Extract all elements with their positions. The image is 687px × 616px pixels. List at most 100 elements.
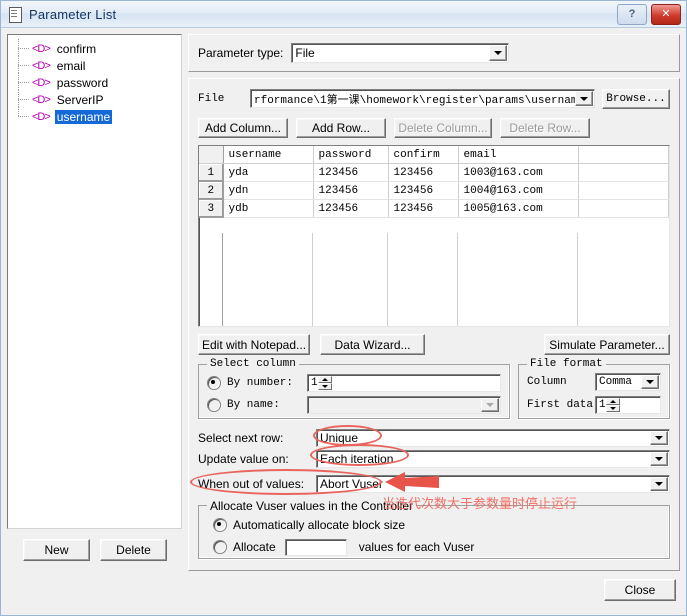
- new-button[interactable]: New: [23, 539, 90, 561]
- spinner-icon[interactable]: [605, 398, 620, 412]
- chevron-down-icon[interactable]: [650, 431, 668, 445]
- auto-allocate-label: Automatically allocate block size: [233, 518, 406, 532]
- table-action-buttons: Add Column... Add Row... Delete Column..…: [198, 118, 670, 138]
- add-row-button[interactable]: Add Row...: [296, 118, 386, 138]
- chevron-down-icon[interactable]: [650, 477, 668, 491]
- radio-dot-icon: [207, 398, 221, 412]
- by-name-select[interactable]: [307, 396, 501, 414]
- table-row[interactable]: 2 ydn 123456 123456 1004@163.com: [199, 181, 669, 200]
- simulate-parameter-button[interactable]: Simulate Parameter...: [544, 334, 670, 355]
- parameter-icon: <D>: [32, 76, 51, 89]
- chevron-down-icon[interactable]: [481, 398, 499, 412]
- cell-username[interactable]: ydb: [223, 199, 314, 218]
- column-header-email[interactable]: email: [458, 146, 579, 164]
- out-of-values-select[interactable]: Abort Vuser: [316, 475, 670, 493]
- allocate-group: Allocate Vuser values in the Controller …: [198, 499, 670, 559]
- chevron-down-icon[interactable]: [575, 91, 593, 106]
- parameter-type-select[interactable]: File: [291, 43, 510, 63]
- grid-empty-area: [199, 233, 669, 326]
- column-format-select[interactable]: Comma: [595, 373, 661, 391]
- column-format-value: Comma: [599, 376, 633, 388]
- chevron-down-icon[interactable]: [650, 452, 668, 466]
- radio-dot-icon: [213, 518, 227, 532]
- chevron-down-icon[interactable]: [641, 375, 659, 389]
- cell-empty: [578, 163, 669, 182]
- column-header-username[interactable]: username: [223, 146, 314, 164]
- tree-item-password[interactable]: <D> password: [16, 73, 179, 90]
- close-button[interactable]: Close: [604, 579, 676, 601]
- table-row[interactable]: 1 yda 123456 123456 1003@163.com: [199, 163, 669, 182]
- cell-password[interactable]: 123456: [313, 181, 389, 200]
- allocate-count-input[interactable]: [284, 538, 347, 556]
- close-icon[interactable]: ✕: [651, 4, 681, 25]
- by-number-radio[interactable]: By number:: [207, 376, 307, 390]
- delete-column-button[interactable]: Delete Column...: [394, 118, 492, 138]
- column-header-password[interactable]: password: [313, 146, 389, 164]
- annotation-note-cn: 当迭代次数大于参数量时停止运行: [382, 497, 578, 512]
- out-of-values-row: When out of values: Abort Vuser: [198, 475, 670, 493]
- radio-dot-icon: [213, 540, 227, 554]
- cell-password[interactable]: 123456: [313, 163, 389, 182]
- select-column-legend: Select column: [207, 358, 299, 370]
- table-row[interactable]: 3 ydb 123456 123456 1005@163.com: [199, 199, 669, 218]
- update-value-select[interactable]: Each iteration: [316, 450, 670, 468]
- allocate-suffix-label: values for each Vuser: [358, 540, 475, 554]
- file-path-select[interactable]: rformance\1第一课\homework\register\params\…: [250, 89, 595, 108]
- first-data-input[interactable]: 1: [595, 396, 661, 414]
- window-footer: Close: [1, 571, 686, 615]
- parameter-icon: <D>: [32, 59, 51, 72]
- parameter-type-label: Parameter type:: [198, 46, 284, 60]
- title-bar: Parameter List ? ✕: [1, 1, 686, 28]
- parameter-list-window: Parameter List ? ✕ <D> confirm <D> email: [0, 0, 687, 616]
- tree-item-email[interactable]: <D> email: [16, 56, 179, 73]
- cell-username[interactable]: yda: [223, 163, 314, 182]
- select-next-row-select[interactable]: Unique: [316, 429, 670, 447]
- radio-dot-icon: [207, 376, 221, 390]
- column-header-confirm[interactable]: confirm: [388, 146, 459, 164]
- manual-allocate-radio[interactable]: Allocate: [213, 540, 276, 554]
- row-number[interactable]: 3: [199, 199, 224, 218]
- cell-password[interactable]: 123456: [313, 199, 389, 218]
- cell-email[interactable]: 1004@163.com: [458, 181, 579, 200]
- by-number-input[interactable]: 1: [307, 374, 501, 392]
- help-icon[interactable]: ?: [617, 4, 647, 25]
- cell-email[interactable]: 1003@163.com: [458, 163, 579, 182]
- delete-row-button[interactable]: Delete Row...: [500, 118, 590, 138]
- tree-item-label: email: [56, 58, 86, 73]
- tree-item-serverip[interactable]: <D> ServerIP: [16, 90, 179, 107]
- tree-item-confirm[interactable]: <D> confirm: [16, 39, 179, 56]
- parameter-tree[interactable]: <D> confirm <D> email <D> password <D> S: [7, 34, 182, 529]
- update-value-label: Update value on:: [198, 452, 289, 466]
- by-name-radio[interactable]: By name:: [207, 398, 307, 412]
- add-column-button[interactable]: Add Column...: [198, 118, 288, 138]
- column-header-empty: [578, 146, 669, 164]
- row-number[interactable]: 1: [199, 163, 224, 182]
- spinner-icon[interactable]: [317, 376, 332, 390]
- row-number[interactable]: 2: [199, 181, 224, 200]
- edit-with-notepad-button[interactable]: Edit with Notepad...: [198, 334, 310, 355]
- tree-buttons: New Delete: [7, 529, 182, 571]
- data-wizard-button[interactable]: Data Wizard...: [320, 334, 425, 355]
- parameter-data-table[interactable]: username password confirm email 1 yda 12…: [198, 145, 670, 327]
- out-of-values-label: When out of values:: [198, 477, 305, 491]
- grid-corner: [199, 146, 224, 164]
- tree-item-label: ServerIP: [56, 92, 104, 107]
- auto-allocate-radio[interactable]: Automatically allocate block size: [213, 518, 405, 532]
- chevron-down-icon[interactable]: [489, 45, 508, 61]
- select-next-row-label: Select next row:: [198, 431, 284, 445]
- tree-item-username[interactable]: <D> username: [16, 107, 179, 124]
- cell-confirm[interactable]: 123456: [388, 163, 459, 182]
- column-options-row: Select column By number: 1 By name: File…: [198, 358, 670, 419]
- by-name-label: By name:: [227, 399, 280, 411]
- file-path-value: rformance\1第一课\homework\register\params\…: [254, 94, 575, 107]
- left-column: <D> confirm <D> email <D> password <D> S: [7, 34, 182, 571]
- cell-email[interactable]: 1005@163.com: [458, 199, 579, 218]
- by-number-row: By number: 1: [207, 374, 501, 392]
- data-action-buttons: Edit with Notepad... Data Wizard... Simu…: [198, 334, 670, 355]
- delete-button[interactable]: Delete: [100, 539, 167, 561]
- parameter-icon: <D>: [32, 42, 51, 55]
- cell-confirm[interactable]: 123456: [388, 181, 459, 200]
- cell-confirm[interactable]: 123456: [388, 199, 459, 218]
- browse-button[interactable]: Browse...: [602, 88, 670, 109]
- cell-username[interactable]: ydn: [223, 181, 314, 200]
